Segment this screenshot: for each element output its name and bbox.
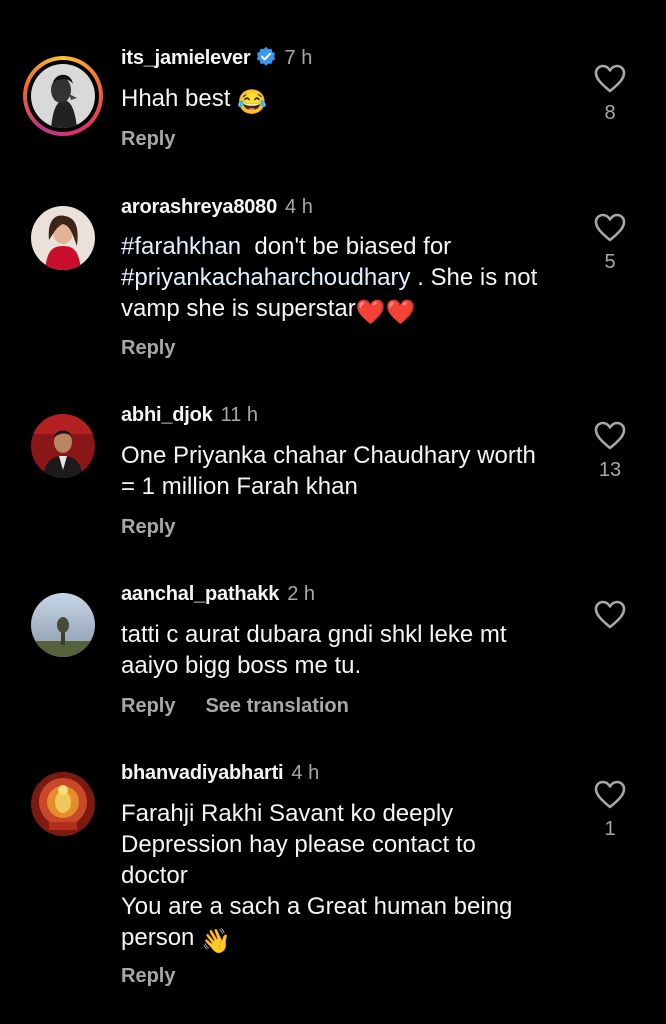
heart-icon[interactable] bbox=[594, 780, 626, 810]
like-count: 8 bbox=[604, 102, 616, 124]
heart-icon[interactable] bbox=[594, 64, 626, 94]
laughing-emoji: 😂 bbox=[237, 89, 267, 116]
like-count: 13 bbox=[598, 459, 622, 481]
username[interactable]: abhi_djok bbox=[121, 404, 213, 426]
see-translation-button[interactable]: See translation bbox=[205, 695, 348, 717]
timestamp: 11 h bbox=[220, 404, 259, 426]
timestamp: 7 h bbox=[284, 47, 313, 69]
username[interactable]: arorashreya8080 bbox=[121, 196, 277, 218]
comment-text: tatti c aurat dubara gndi shkl leke mt a… bbox=[121, 621, 507, 679]
comment-text: One Priyanka chahar Chaudhary worth = 1 … bbox=[121, 442, 536, 500]
comment-text: Farahji Rakhi Savant ko deeply Depressio… bbox=[121, 800, 513, 955]
reply-button[interactable]: Reply bbox=[121, 516, 175, 538]
username[interactable]: bhanvadiyabharti bbox=[121, 762, 284, 784]
like-count: 1 bbox=[604, 818, 616, 840]
username[interactable]: its_jamielever bbox=[121, 47, 251, 69]
waving-hand-emoji: 👋 bbox=[201, 928, 231, 955]
timestamp: 4 h bbox=[291, 762, 320, 784]
timestamp: 4 h bbox=[285, 196, 313, 218]
avatar[interactable] bbox=[31, 414, 95, 478]
like-count: 5 bbox=[604, 251, 616, 273]
hashtag-link[interactable]: #farahkhan bbox=[121, 233, 241, 260]
comment-text: #farahkhan don't be biased for #priyanka… bbox=[121, 233, 538, 326]
hashtag-link[interactable]: #priyankachaharchoudhary bbox=[121, 264, 411, 291]
heart-icon[interactable] bbox=[594, 421, 626, 451]
story-ring[interactable] bbox=[23, 56, 103, 136]
heart-icon[interactable] bbox=[594, 213, 626, 243]
avatar[interactable] bbox=[31, 206, 95, 270]
reply-button[interactable]: Reply bbox=[121, 337, 175, 359]
avatar[interactable] bbox=[31, 772, 95, 836]
avatar[interactable] bbox=[31, 593, 95, 657]
username[interactable]: aanchal_pathakk bbox=[121, 583, 279, 605]
comment-text: Hhah best 😂 bbox=[121, 85, 267, 116]
reply-button[interactable]: Reply bbox=[121, 965, 175, 987]
avatar[interactable] bbox=[31, 64, 95, 128]
timestamp: 2 h bbox=[287, 583, 316, 605]
heart-emoji: ❤️❤️ bbox=[355, 299, 416, 326]
verified-badge-icon bbox=[256, 46, 275, 66]
reply-button[interactable]: Reply bbox=[121, 128, 175, 150]
reply-button[interactable]: Reply bbox=[121, 695, 175, 717]
heart-icon[interactable] bbox=[594, 600, 626, 630]
